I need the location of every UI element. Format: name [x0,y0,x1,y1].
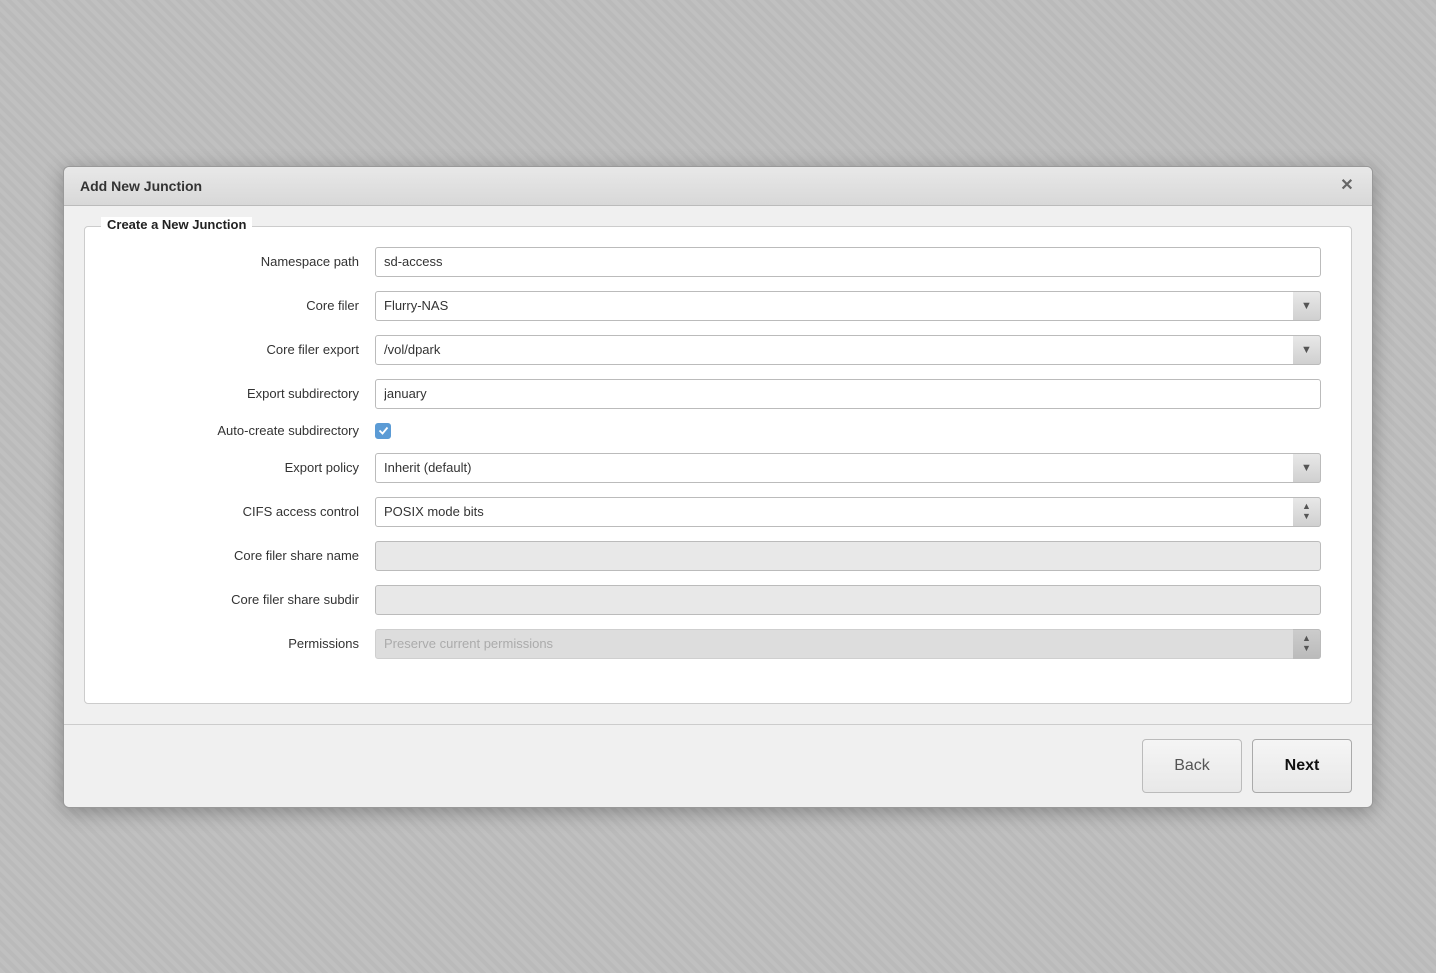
core-filer-export-label: Core filer export [115,342,375,357]
dialog-footer: Back Next [64,724,1372,807]
form-section: Create a New Junction Namespace path Cor… [84,226,1352,704]
auto-create-subdirectory-row: Auto-create subdirectory [115,423,1321,439]
export-policy-select[interactable]: Inherit (default) [375,453,1321,483]
export-policy-select-wrapper: Inherit (default) ▼ [375,453,1321,483]
cifs-access-control-row: CIFS access control POSIX mode bits ▲ ▼ [115,497,1321,527]
cifs-access-control-select-wrapper: POSIX mode bits ▲ ▼ [375,497,1321,527]
core-filer-select-wrapper: Flurry-NAS ▼ [375,291,1321,321]
section-title: Create a New Junction [101,217,252,232]
core-filer-export-select-wrapper: /vol/dpark ▼ [375,335,1321,365]
permissions-select[interactable]: Preserve current permissions [375,629,1321,659]
export-policy-row: Export policy Inherit (default) ▼ [115,453,1321,483]
close-button[interactable]: ✕ [1338,177,1356,195]
core-filer-export-row: Core filer export /vol/dpark ▼ [115,335,1321,365]
core-filer-row: Core filer Flurry-NAS ▼ [115,291,1321,321]
auto-create-subdirectory-label: Auto-create subdirectory [115,423,375,438]
export-subdirectory-label: Export subdirectory [115,386,375,401]
checkmark-icon [378,425,389,436]
namespace-path-label: Namespace path [115,254,375,269]
core-filer-share-subdir-label: Core filer share subdir [115,592,375,607]
core-filer-share-subdir-row: Core filer share subdir [115,585,1321,615]
back-button[interactable]: Back [1142,739,1242,793]
cifs-access-control-label: CIFS access control [115,504,375,519]
dialog-title: Add New Junction [80,178,202,194]
export-policy-label: Export policy [115,460,375,475]
dialog-titlebar: Add New Junction ✕ [64,167,1372,206]
auto-create-checkbox[interactable] [375,423,391,439]
core-filer-select[interactable]: Flurry-NAS [375,291,1321,321]
core-filer-share-name-row: Core filer share name [115,541,1321,571]
namespace-path-row: Namespace path [115,247,1321,277]
core-filer-share-name-label: Core filer share name [115,548,375,563]
permissions-select-wrapper: Preserve current permissions ▲ ▼ [375,629,1321,659]
export-subdirectory-row: Export subdirectory [115,379,1321,409]
core-filer-share-subdir-input[interactable] [375,585,1321,615]
core-filer-export-select[interactable]: /vol/dpark [375,335,1321,365]
add-new-junction-dialog: Add New Junction ✕ Create a New Junction… [63,166,1373,808]
dialog-body: Create a New Junction Namespace path Cor… [64,206,1372,724]
core-filer-label: Core filer [115,298,375,313]
auto-create-checkbox-wrapper [375,423,391,439]
cifs-access-control-select[interactable]: POSIX mode bits [375,497,1321,527]
export-subdirectory-input[interactable] [375,379,1321,409]
permissions-row: Permissions Preserve current permissions… [115,629,1321,659]
core-filer-share-name-input[interactable] [375,541,1321,571]
namespace-path-input[interactable] [375,247,1321,277]
next-button[interactable]: Next [1252,739,1352,793]
permissions-label: Permissions [115,636,375,651]
